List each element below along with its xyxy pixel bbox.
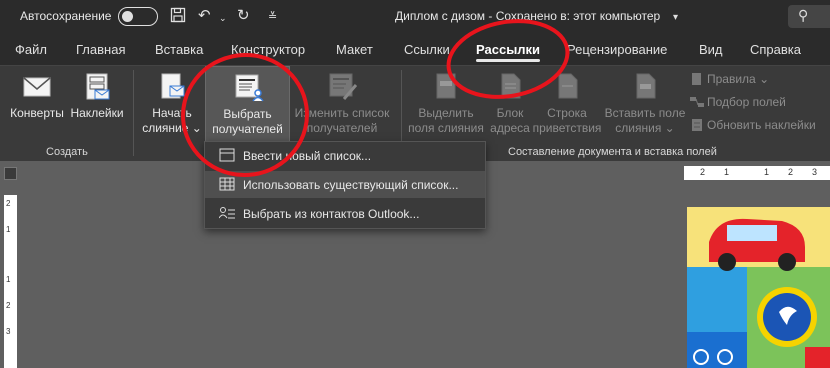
menu-item-existing-list[interactable]: Использовать существующий список... xyxy=(205,171,485,198)
create-group-label: Создать xyxy=(46,146,88,158)
save-icon[interactable] xyxy=(170,7,186,28)
ruler-tick: 1 xyxy=(6,275,11,284)
select-recipients-button[interactable]: Выбрать получателей ⌄ xyxy=(205,66,290,151)
group-separator xyxy=(133,70,134,156)
tab-home[interactable]: Главная xyxy=(76,42,125,57)
ruler-tick: 1 xyxy=(724,167,730,177)
envelope-icon xyxy=(23,77,51,97)
envelopes-button[interactable]: Конверты xyxy=(8,66,66,136)
insert-field-icon xyxy=(636,73,656,99)
address-block-label-1: Блок xyxy=(496,106,524,120)
chevron-down-icon: ⌄ xyxy=(755,72,770,86)
greeting-line-label-2: приветствия xyxy=(532,121,602,135)
start-merge-button[interactable]: Начать слияние ⌄ xyxy=(140,66,204,142)
chevron-down-icon: ⌄ xyxy=(188,121,202,135)
edit-recipient-list-button[interactable]: Изменить список получателей xyxy=(292,66,392,142)
search-box[interactable]: ⚲ xyxy=(788,5,830,28)
envelopes-label: Конверты xyxy=(10,106,64,120)
tab-insert[interactable]: Вставка xyxy=(155,42,203,57)
edit-list-label-1: Изменить список xyxy=(294,106,390,120)
rules-label: Правила xyxy=(707,72,756,86)
chevron-down-icon: ⌄ xyxy=(661,121,675,135)
match-fields-icon xyxy=(690,97,704,107)
start-merge-label-1: Начать xyxy=(152,106,192,120)
match-fields-button[interactable]: Подбор полей xyxy=(690,95,786,109)
tab-references[interactable]: Ссылки xyxy=(404,42,450,57)
tab-view[interactable]: Вид xyxy=(699,42,723,57)
menu-item-label: Использовать существующий список... xyxy=(243,178,459,192)
undo-dropdown-icon[interactable]: ⌄ xyxy=(219,9,227,27)
undo-icon[interactable]: ↶ xyxy=(198,7,211,25)
greeting-line-label-1: Строка xyxy=(547,106,587,120)
table-icon xyxy=(219,177,235,191)
address-block-label-2: адреса xyxy=(490,121,530,135)
new-list-icon xyxy=(219,148,235,162)
tab-layout[interactable]: Макет xyxy=(336,42,373,57)
select-recipients-label-2: получателей xyxy=(212,122,283,136)
ruler-tick: 2 xyxy=(788,167,794,177)
redo-icon[interactable]: ↻ xyxy=(237,7,250,25)
labels-icon xyxy=(86,73,110,100)
ruler-tick: 1 xyxy=(764,167,770,177)
highlight-fields-label-2: поля слияния xyxy=(408,121,484,135)
edit-list-label-2: получателей xyxy=(306,121,378,135)
ruler-tick: 1 xyxy=(6,225,11,234)
menu-item-new-list[interactable]: Ввести новый список... xyxy=(205,142,485,169)
customize-toolbar-icon[interactable]: ≚ xyxy=(268,8,277,26)
page-image xyxy=(687,207,830,368)
greeting-line-icon xyxy=(558,73,578,99)
edit-list-icon xyxy=(329,73,358,100)
highlight-fields-icon xyxy=(436,73,456,99)
insert-field-label-1: Вставить поле xyxy=(604,106,686,120)
ruler-tick: 3 xyxy=(6,327,11,336)
search-icon: ⚲ xyxy=(798,7,809,23)
select-recipients-label-1: Выбрать xyxy=(223,107,272,121)
menu-item-label: Выбрать из контактов Outlook... xyxy=(243,207,420,221)
ruler-tick: 2 xyxy=(6,199,11,208)
select-recipients-icon xyxy=(235,74,264,102)
ribbon-tabs: Файл Главная Вставка Конструктор Макет С… xyxy=(0,33,830,65)
tab-help[interactable]: Справка xyxy=(750,42,801,57)
rules-icon xyxy=(692,73,701,85)
labels-label: Наклейки xyxy=(70,106,124,120)
address-block-icon xyxy=(501,73,521,99)
tab-design[interactable]: Конструктор xyxy=(231,42,305,57)
start-merge-label-2: слияние xyxy=(142,121,189,135)
compose-group-label: Составление документа и вставка полей xyxy=(508,146,717,158)
title-bar: Автосохранение ↶ ⌄ ↻ ≚ Диплом с дизом - … xyxy=(0,0,830,33)
tab-mailings[interactable]: Рассылки xyxy=(476,42,541,62)
rules-button[interactable]: Правила ⌄ xyxy=(690,72,769,86)
start-merge-icon xyxy=(161,73,185,99)
greeting-line-button[interactable]: Строка приветствия xyxy=(532,66,602,142)
ruler-tick: 3 xyxy=(812,167,818,177)
labels-button[interactable]: Наклейки xyxy=(68,66,126,136)
tab-review[interactable]: Рецензирование xyxy=(567,42,667,57)
ruler-tick: 2 xyxy=(700,167,706,177)
highlight-merge-fields-button[interactable]: Выделить поля слияния xyxy=(406,66,486,142)
insert-merge-field-button[interactable]: Вставить поле слияния ⌄ xyxy=(603,66,687,142)
horizontal-ruler[interactable]: 2 1 1 2 3 xyxy=(684,166,830,180)
menu-item-label: Ввести новый список... xyxy=(243,149,372,163)
contacts-icon xyxy=(219,207,235,219)
address-block-button[interactable]: Блок адреса xyxy=(486,66,534,142)
update-labels-button[interactable]: Обновить наклейки xyxy=(690,118,816,132)
document-page[interactable] xyxy=(687,207,830,368)
update-labels-icon xyxy=(692,119,702,131)
autosave-toggle[interactable] xyxy=(118,7,158,26)
autosave-label: Автосохранение xyxy=(20,9,112,23)
highlight-fields-label-1: Выделить xyxy=(418,106,474,120)
select-recipients-menu: Ввести новый список... Использовать суще… xyxy=(204,141,486,229)
tab-selector[interactable] xyxy=(4,167,17,180)
tab-file[interactable]: Файл xyxy=(15,42,47,57)
ruler-tick: 2 xyxy=(6,301,11,310)
menu-item-outlook-contacts[interactable]: Выбрать из контактов Outlook... xyxy=(205,200,485,227)
title-dropdown-icon[interactable]: ▾ xyxy=(673,9,678,27)
update-labels-label: Обновить наклейки xyxy=(707,118,816,132)
insert-field-label-2: слияния xyxy=(615,121,662,135)
document-title: Диплом с дизом - Сохранено в: этот компь… xyxy=(395,9,661,23)
match-fields-label: Подбор полей xyxy=(707,95,786,109)
vertical-ruler[interactable]: 2 1 1 2 3 xyxy=(4,195,17,368)
